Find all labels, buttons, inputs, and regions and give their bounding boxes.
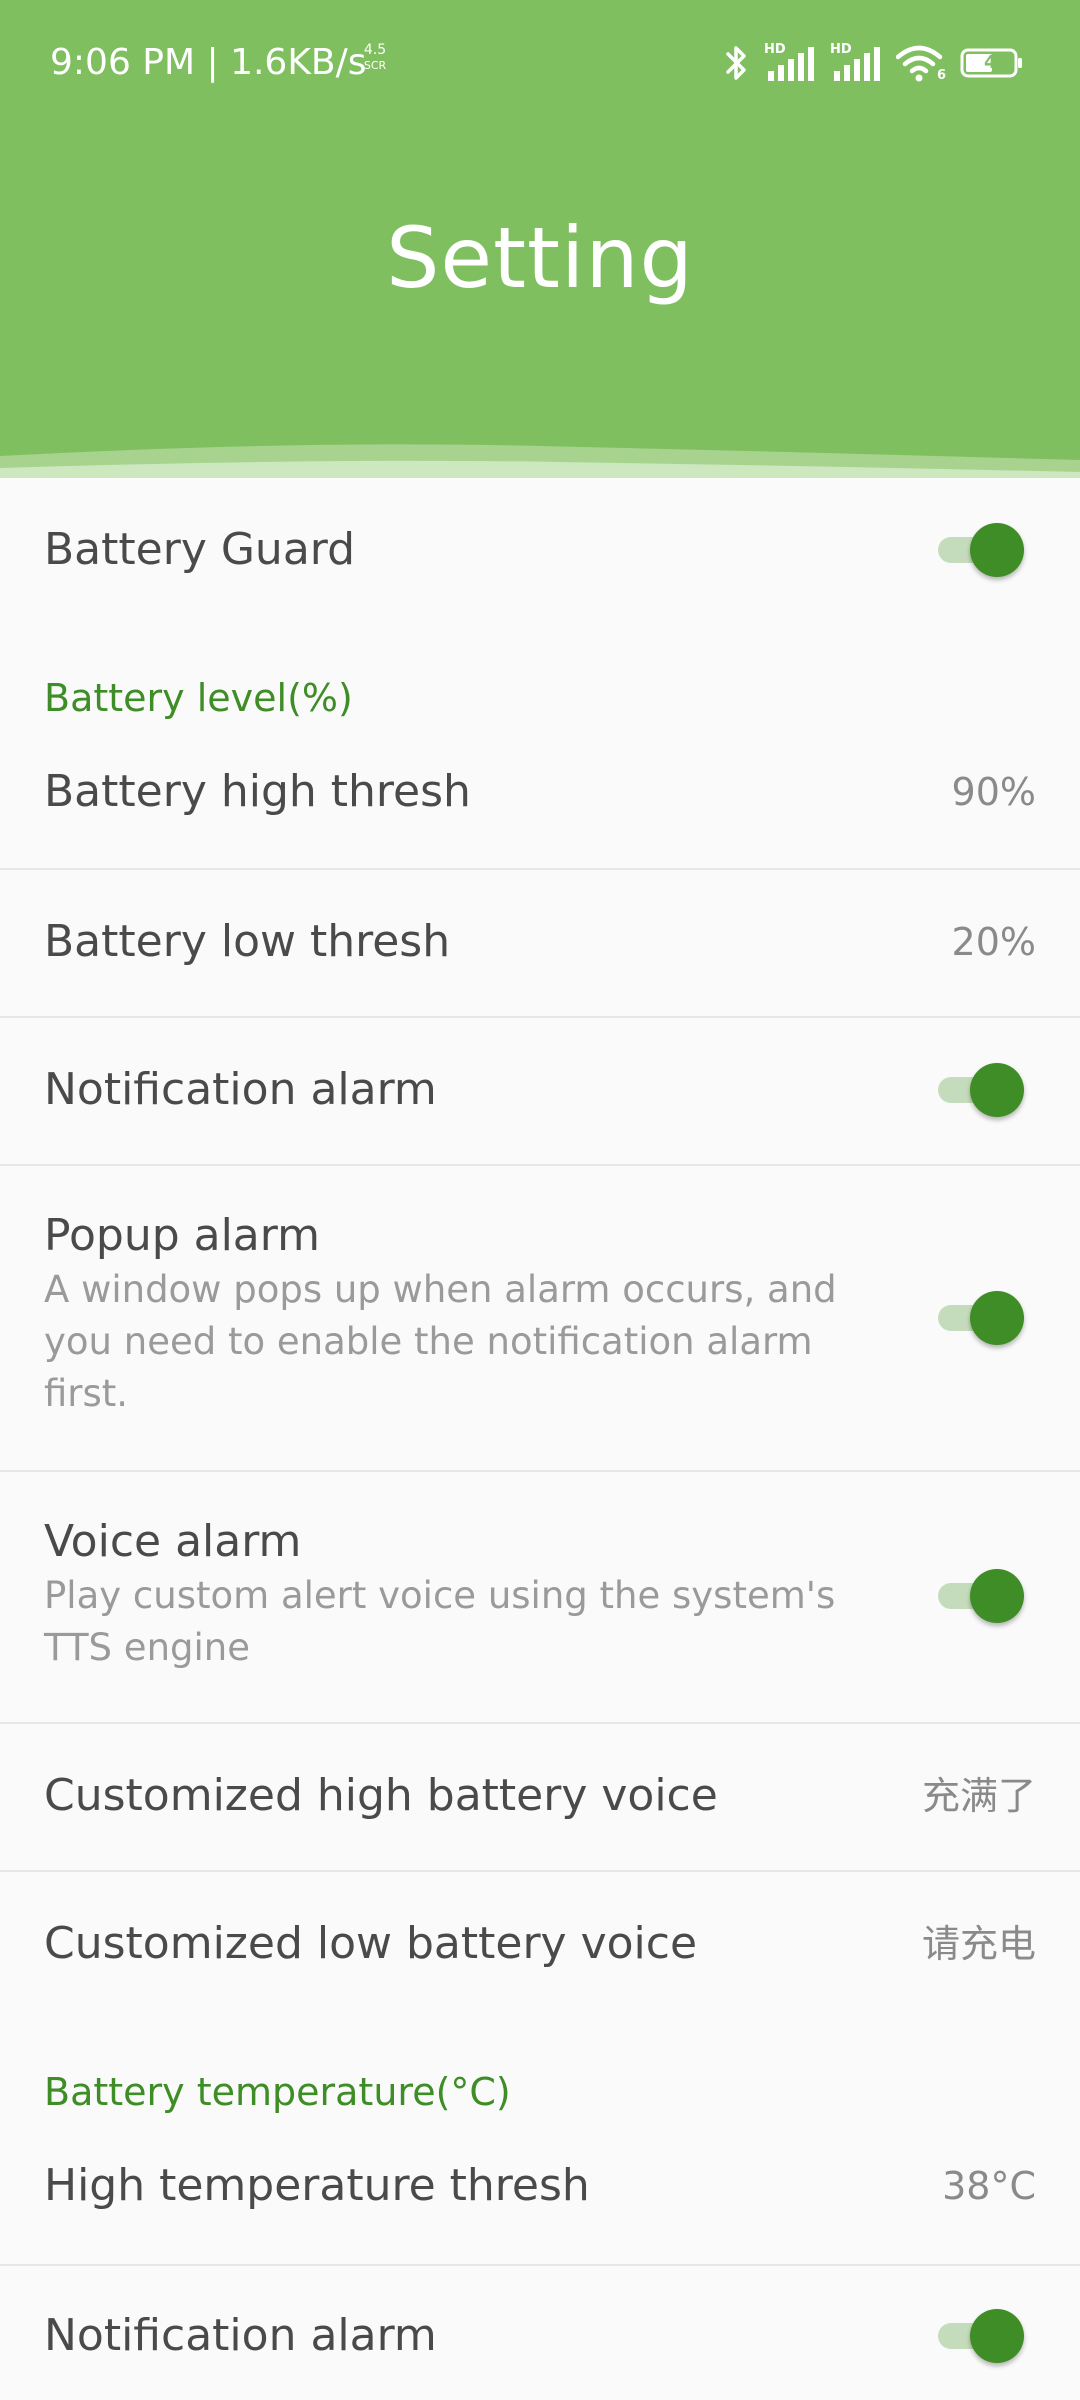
wifi-icon: 6: [896, 43, 946, 83]
signal-1-icon: HD: [764, 43, 816, 83]
battery-guard-switch[interactable]: [938, 520, 1028, 580]
temp-notification-alarm-title: Notification alarm: [44, 2310, 437, 2361]
signal-2-icon: HD: [830, 43, 882, 83]
switch-thumb: [970, 1569, 1024, 1623]
battery-low-thresh-value: 20%: [951, 920, 1036, 964]
battery-high-thresh-row[interactable]: Battery high thresh 90%: [0, 734, 1080, 870]
status-time: 9:06 PM | 1.6KB/s: [50, 42, 367, 83]
network-speed-bottom: SCR: [363, 59, 387, 72]
voice-alarm-title: Voice alarm: [44, 1516, 302, 1567]
notification-alarm-switch[interactable]: [938, 1060, 1028, 1120]
battery-level-section-header: Battery level(%): [44, 676, 353, 720]
settings-screen: 9:06 PM | 1.6KB/s 4.5 SCR HD HD 6 4 Sett…: [0, 0, 1080, 2400]
temp-notification-alarm-row[interactable]: Notification alarm: [0, 2266, 1080, 2400]
notification-alarm-title: Notification alarm: [44, 1064, 437, 1115]
custom-high-voice-title: Customized high battery voice: [44, 1770, 718, 1821]
battery-level-text: 4: [984, 52, 997, 73]
switch-thumb: [970, 1063, 1024, 1117]
battery-high-thresh-value: 90%: [951, 770, 1036, 814]
popup-alarm-row[interactable]: Popup alarm A window pops up when alarm …: [0, 1166, 1080, 1472]
app-header: 9:06 PM | 1.6KB/s 4.5 SCR HD HD 6 4 Sett…: [0, 0, 1080, 478]
status-icons: HD HD 6 4: [724, 40, 1024, 86]
header-wave: [0, 444, 1080, 478]
battery-low-thresh-row[interactable]: Battery low thresh 20%: [0, 870, 1080, 1018]
notification-alarm-row[interactable]: Notification alarm: [0, 1018, 1080, 1166]
custom-low-voice-row[interactable]: Customized low battery voice 请充电: [0, 1872, 1080, 2020]
switch-thumb: [970, 1291, 1024, 1345]
network-speed-badge: 4.5 SCR: [357, 42, 393, 74]
popup-alarm-switch[interactable]: [938, 1288, 1028, 1348]
popup-alarm-summary: A window pops up when alarm occurs, and …: [44, 1268, 837, 1415]
page-title: Setting: [386, 209, 694, 307]
popup-alarm-title: Popup alarm: [44, 1210, 320, 1261]
voice-alarm-switch[interactable]: [938, 1566, 1028, 1626]
network-speed-top: 4.5: [363, 42, 387, 58]
status-bar: 9:06 PM | 1.6KB/s 4.5 SCR HD HD 6 4: [0, 0, 1080, 128]
custom-low-voice-title: Customized low battery voice: [44, 1918, 698, 1969]
bluetooth-icon: [726, 46, 746, 80]
battery-high-thresh-title: Battery high thresh: [44, 766, 471, 817]
temp-notification-alarm-switch[interactable]: [938, 2306, 1028, 2366]
battery-icon: 4: [960, 48, 1024, 78]
battery-guard-row[interactable]: Battery Guard: [0, 478, 1080, 626]
switch-thumb: [970, 523, 1024, 577]
custom-high-voice-row[interactable]: Customized high battery voice 充满了: [0, 1724, 1080, 1872]
wifi-label: 6: [936, 68, 946, 83]
battery-temperature-section-header: Battery temperature(°C): [44, 2070, 511, 2114]
voice-alarm-summary: Play custom alert voice using the system…: [44, 1574, 836, 1669]
voice-alarm-row[interactable]: Voice alarm Play custom alert voice usin…: [0, 1472, 1080, 1724]
switch-thumb: [970, 2309, 1024, 2363]
custom-high-voice-value: 充满了: [921, 1774, 1036, 1818]
high-temp-thresh-row[interactable]: High temperature thresh 38°C: [0, 2128, 1080, 2266]
battery-guard-title: Battery Guard: [44, 524, 356, 575]
battery-low-thresh-title: Battery low thresh: [44, 916, 451, 967]
high-temp-thresh-title: High temperature thresh: [44, 2160, 590, 2211]
custom-low-voice-value: 请充电: [921, 1922, 1036, 1966]
high-temp-thresh-value: 38°C: [942, 2164, 1036, 2208]
